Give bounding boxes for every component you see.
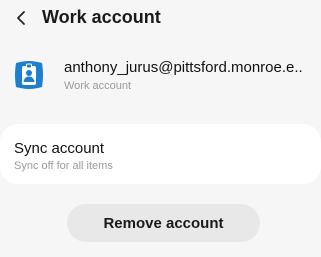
sync-status-text: Sync off for all items xyxy=(14,160,113,172)
account-type-label: Work account xyxy=(64,80,132,92)
page-title: Work account xyxy=(42,7,161,27)
chevron-left-icon xyxy=(17,11,25,25)
sync-account-title: Sync account xyxy=(14,140,105,157)
app-header: Work account xyxy=(0,0,321,36)
account-info: anthony_jurus@pittsford.monroe.e.. Work … xyxy=(0,52,321,102)
back-button[interactable] xyxy=(10,6,32,30)
work-profile-icon xyxy=(13,59,45,91)
account-email: anthony_jurus@pittsford.monroe.e.. xyxy=(64,59,303,76)
sync-account-item[interactable]: Sync account Sync off for all items xyxy=(0,124,321,184)
remove-account-button[interactable]: Remove account xyxy=(67,204,260,242)
